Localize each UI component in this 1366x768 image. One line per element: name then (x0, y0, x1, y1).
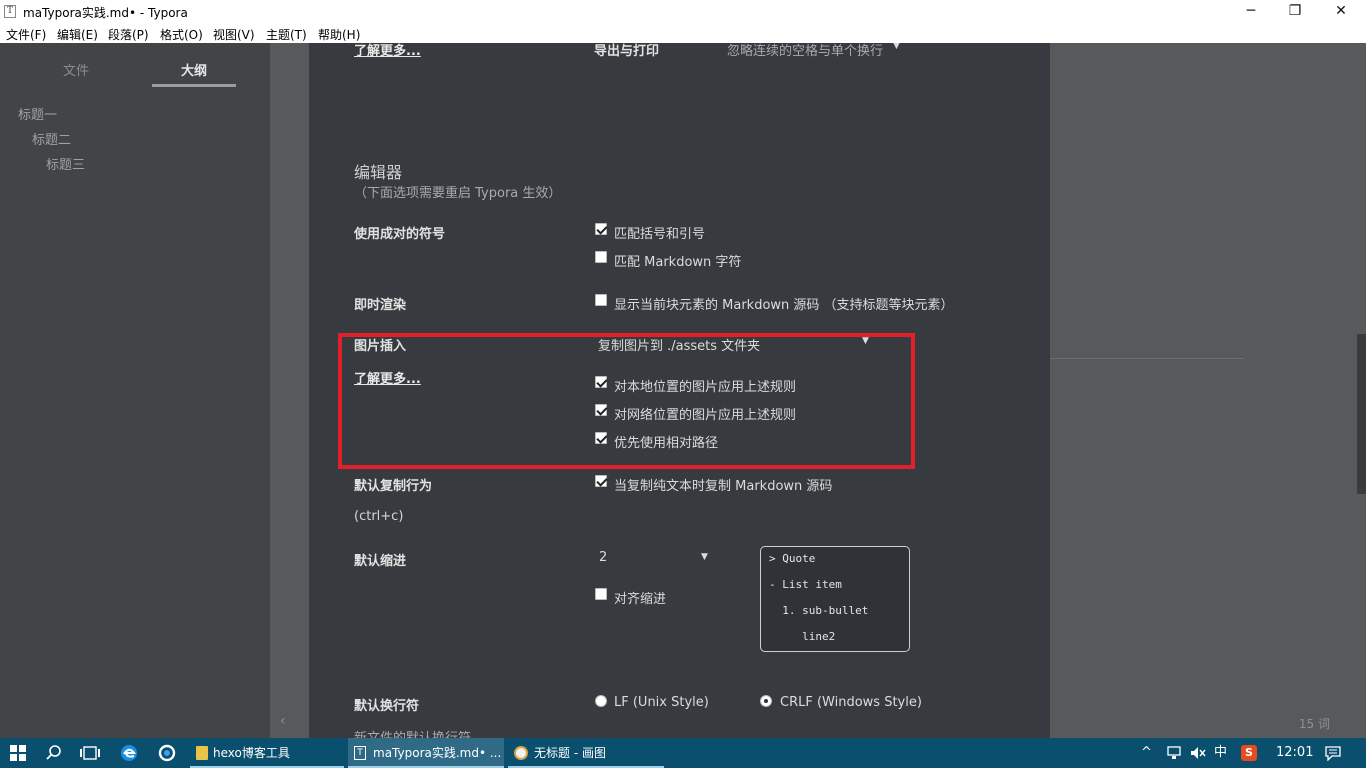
menu-bar: 文件(F) 编辑(E) 段落(P) 格式(O) 视图(V) 主题(T) 帮助(H… (0, 23, 1366, 43)
menu-theme[interactable]: 主题(T) (266, 26, 307, 43)
copy-shortcut-hint: (ctrl+c) (354, 509, 404, 524)
apply-network-images-label: 对网络位置的图片应用上述规则 (614, 408, 797, 423)
image-insert-dropdown[interactable]: 复制图片到 ./assets 文件夹 (598, 335, 760, 354)
window-title: maTypora实践.md• - Typora (23, 6, 188, 20)
menu-view[interactable]: 视图(V) (213, 26, 255, 43)
preview-line: > Quote (769, 552, 816, 565)
task-view-icon[interactable] (80, 738, 100, 768)
apply-local-images-label: 对本地位置的图片应用上述规则 (614, 380, 797, 395)
align-indent-label: 对齐缩进 (614, 592, 667, 607)
menu-help[interactable]: 帮助(H) (318, 26, 360, 43)
crlf-label: CRLF (Windows Style) (780, 695, 922, 710)
title-bar: T maTypora实践.md• - Typora ─ ❐ ✕ (0, 0, 1366, 23)
sidebar: 文件 大纲 标题一 标题二 标题三 (0, 43, 270, 738)
typora-icon: T (354, 746, 366, 760)
horizontal-rule (1050, 358, 1244, 359)
match-markdown-label: 匹配 Markdown 字符 (614, 255, 742, 270)
chevron-down-icon: ▼ (893, 43, 900, 51)
notification-center-icon[interactable] (1325, 738, 1341, 768)
default-indent-label: 默认缩进 (354, 554, 407, 569)
editor-restart-note: （下面选项需要重启 Typora 生效） (354, 186, 562, 201)
match-brackets-label: 匹配括号和引号 (614, 227, 706, 242)
learn-more-link-image[interactable]: 了解更多... (354, 368, 421, 387)
editor-section-title: 编辑器 (354, 163, 403, 182)
chevron-down-icon: ▼ (701, 552, 708, 562)
collapse-sidebar-icon[interactable]: ‹ (280, 713, 286, 729)
ime-indicator[interactable]: 中 (1214, 738, 1227, 768)
taskbar-app-label: hexo博客工具 (213, 746, 290, 760)
taskbar-app-label: 无标题 - 画图 (534, 746, 606, 760)
copy-behavior-label: 默认复制行为 (354, 479, 433, 494)
edge-browser-icon[interactable] (120, 738, 138, 768)
editor-scrollbar[interactable] (1357, 334, 1366, 494)
preferences-panel: 了解更多... 导出与打印 忽略连续的空格与单个换行 ▼ 编辑器 （下面选项需要… (309, 43, 1050, 738)
paired-symbols-label: 使用成对的符号 (354, 227, 446, 242)
windows-start-icon[interactable] (10, 738, 26, 768)
chevron-down-icon: ▼ (862, 336, 869, 346)
volume-icon[interactable] (1190, 738, 1206, 768)
outline-item-h1[interactable]: 标题一 (18, 104, 57, 123)
taskbar: hexo博客工具 T maTypora实践.md• ... 无标题 - 画图 ^… (0, 738, 1366, 768)
folder-icon (196, 746, 208, 760)
outline-item-h3[interactable]: 标题三 (46, 154, 85, 173)
show-block-source-checkbox[interactable] (595, 294, 607, 306)
indent-dropdown[interactable]: 2 (599, 550, 607, 565)
sogou-ime-icon[interactable]: S (1241, 738, 1257, 768)
preview-line: - List item (769, 578, 842, 591)
menu-format[interactable]: 格式(O) (160, 26, 203, 43)
match-brackets-checkbox[interactable] (595, 223, 607, 235)
apply-local-images-checkbox[interactable] (595, 376, 607, 388)
outline-item-h2[interactable]: 标题二 (32, 129, 71, 148)
maximize-button[interactable]: ❐ (1272, 0, 1318, 23)
tab-files[interactable]: 文件 (34, 60, 118, 79)
default-newline-label: 默认换行符 (354, 699, 420, 714)
apply-network-images-checkbox[interactable] (595, 404, 607, 416)
live-render-label: 即时渲染 (354, 298, 407, 313)
word-count[interactable]: 15 词 (1299, 715, 1330, 732)
close-button[interactable]: ✕ (1318, 0, 1364, 23)
crlf-radio[interactable] (760, 695, 772, 707)
relative-path-checkbox[interactable] (595, 432, 607, 444)
typora-app-icon: T (4, 5, 16, 18)
export-dropdown[interactable]: 忽略连续的空格与单个换行 (727, 43, 883, 59)
match-markdown-checkbox[interactable] (595, 251, 607, 263)
paint-palette-icon (514, 746, 528, 760)
tab-outline[interactable]: 大纲 (152, 60, 236, 79)
copy-markdown-checkbox[interactable] (595, 475, 607, 487)
indent-preview-box: > Quote - List item 1. sub-bullet line2 (760, 546, 910, 652)
image-insert-label: 图片插入 (354, 339, 407, 354)
taskbar-app-paint[interactable]: 无标题 - 画图 (508, 738, 664, 768)
newline-sub-label: 新文件的默认换行符 (354, 727, 471, 738)
align-indent-checkbox[interactable] (595, 588, 607, 600)
learn-more-link-top[interactable]: 了解更多... (354, 43, 421, 59)
copy-markdown-label: 当复制纯文本时复制 Markdown 源码 (614, 479, 833, 494)
lf-radio[interactable] (595, 695, 607, 707)
network-icon[interactable] (1166, 738, 1182, 768)
show-block-source-label: 显示当前块元素的 Markdown 源码 （支持标题等块元素） (614, 298, 954, 313)
qq-browser-icon[interactable] (158, 738, 176, 768)
chevron-up-icon[interactable]: ^ (1141, 738, 1152, 768)
relative-path-label: 优先使用相对路径 (614, 436, 719, 451)
clock[interactable]: 12:01 (1276, 738, 1313, 768)
active-tab-indicator (152, 84, 236, 87)
search-icon[interactable] (46, 738, 62, 768)
menu-paragraph[interactable]: 段落(P) (108, 26, 149, 43)
menu-edit[interactable]: 编辑(E) (57, 26, 98, 43)
export-print-label: 导出与打印 (594, 44, 660, 59)
preview-line: line2 (769, 630, 836, 643)
minimize-button[interactable]: ─ (1228, 0, 1274, 23)
lf-label: LF (Unix Style) (614, 695, 709, 710)
menu-file[interactable]: 文件(F) (6, 26, 46, 43)
preview-line: 1. sub-bullet (769, 604, 869, 617)
taskbar-app-label: maTypora实践.md• ... (373, 746, 502, 760)
taskbar-app-typora[interactable]: T maTypora实践.md• ... (348, 738, 504, 768)
taskbar-app-hexo[interactable]: hexo博客工具 (190, 738, 344, 768)
